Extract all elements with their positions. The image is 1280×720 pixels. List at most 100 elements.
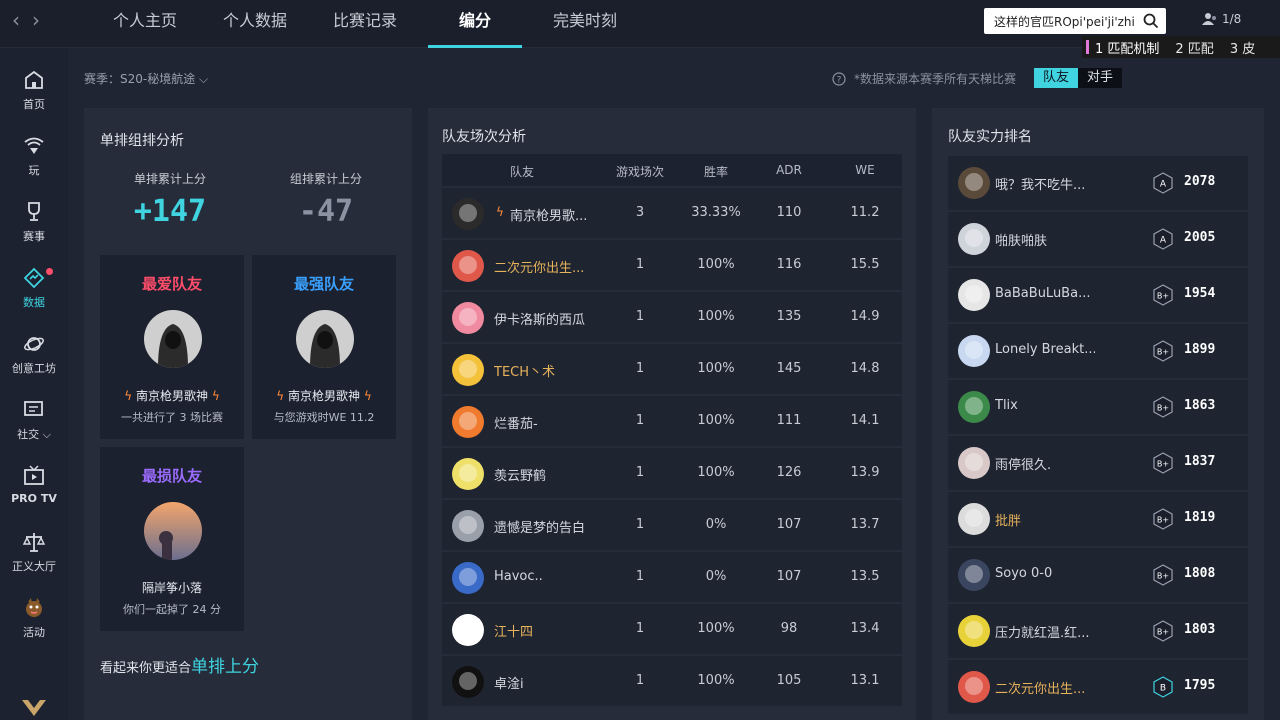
table-row[interactable]: TECH丶术 1 100% 145 14.8 xyxy=(442,344,902,394)
table-row[interactable]: 卓淦i 1 100% 105 13.1 xyxy=(442,656,902,706)
row-teammate-name[interactable]: 伊卡洛斯的西瓜 xyxy=(494,309,604,328)
cell-we: 13.4 xyxy=(850,621,880,636)
toggle-opponent[interactable]: 对手 xyxy=(1078,68,1123,88)
rank-name[interactable]: 批胖 xyxy=(995,510,1095,529)
ime-candidate-3[interactable]: 3 皮 xyxy=(1230,38,1255,57)
season-selector[interactable]: 赛季：S20-秘境航途 ⌵ xyxy=(84,70,208,87)
card-name-strongest: ϟ 南京枪男歌神 ϟ xyxy=(252,387,396,404)
sidebar-item-events[interactable]: 赛事 xyxy=(0,200,68,260)
rank-badge-icon: A xyxy=(1153,172,1173,194)
row-teammate-name[interactable]: 烂番茄- xyxy=(494,413,604,432)
row-teammate-name[interactable]: 遗憾是梦的告白 xyxy=(494,517,604,536)
strongest-teammate-card[interactable]: 最强队友 ϟ 南京枪男歌神 ϟ 与您游戏时WE 11.2 xyxy=(252,255,396,439)
back-arrow-icon[interactable]: ‹ xyxy=(12,10,20,30)
table-row[interactable]: 遗憾是梦的告白 1 0% 107 13.7 xyxy=(442,500,902,550)
rank-row[interactable]: BaBaBuLuBa... B+ 1954 xyxy=(948,268,1248,322)
rank-name[interactable]: 哦？我不吃牛... xyxy=(995,174,1095,193)
sidebar-item-activity[interactable]: 活动 xyxy=(0,596,68,656)
rank-name[interactable]: 雨停很久. xyxy=(995,454,1095,473)
tab-team-analysis[interactable]: 编分 xyxy=(420,0,530,48)
bolt-icon: ϟ xyxy=(496,205,504,219)
card-sub-worst: 你们一起掉了 24 分 xyxy=(123,603,221,616)
avatar xyxy=(452,354,484,386)
sidebar-label-activity: 活动 xyxy=(23,626,45,639)
rank-row[interactable]: 啪肤啪肤 A 2005 xyxy=(948,212,1248,266)
help-icon[interactable]: ? xyxy=(832,71,846,86)
card-title-worst: 最损队友 xyxy=(141,467,202,485)
rank-row[interactable]: 二次元你出生... B 1795 xyxy=(948,660,1248,714)
sidebar-label-workshop: 创意工坊 xyxy=(12,362,56,375)
rank-name[interactable]: 啪肤啪肤 xyxy=(995,230,1095,249)
ime-candidate-1[interactable]: 1 匹配机制 xyxy=(1095,38,1159,57)
rank-name[interactable]: Lonely Breakt... xyxy=(995,342,1095,357)
table-row[interactable]: 二次元你出生... 1 100% 116 15.5 xyxy=(442,240,902,290)
row-teammate-name[interactable]: 羡云野鹤 xyxy=(494,465,604,484)
cell-win: 100% xyxy=(697,257,735,272)
tab-personal-data[interactable]: 个人数据 xyxy=(200,0,310,48)
rank-name[interactable]: 二次元你出生... xyxy=(995,678,1095,697)
cell-games: 1 xyxy=(635,257,645,272)
row-teammate-name[interactable]: Havoc.. xyxy=(494,569,604,584)
table-row[interactable]: 羡云野鹤 1 100% 126 13.9 xyxy=(442,448,902,498)
rank-name[interactable]: Tlix xyxy=(995,398,1095,413)
cell-games: 1 xyxy=(635,569,645,584)
table-row[interactable]: 江十四 1 100% 98 13.4 xyxy=(442,604,902,654)
avatar xyxy=(144,310,202,368)
cell-games: 1 xyxy=(635,673,645,688)
sidebar-item-home[interactable]: 首页 xyxy=(0,68,68,128)
card-title-favorite: 最爱队友 xyxy=(141,275,202,293)
rank-row[interactable]: 雨停很久. B+ 1837 xyxy=(948,436,1248,490)
sidebar-item-social[interactable]: 社交 ⌵ xyxy=(0,398,68,458)
sidebar-label-social: 社交 ⌵ xyxy=(17,428,51,441)
tab-profile[interactable]: 个人主页 xyxy=(90,0,200,48)
rank-row[interactable]: 压力就红温.红... B+ 1803 xyxy=(948,604,1248,658)
rank-row[interactable]: Soyo 0-0 B+ 1808 xyxy=(948,548,1248,602)
row-teammate-name[interactable]: 卓淦i xyxy=(494,673,604,692)
rank-name[interactable]: Soyo 0-0 xyxy=(995,566,1095,581)
cell-we: 13.9 xyxy=(850,465,880,480)
panel-title-games: 队友场次分析 xyxy=(442,129,526,145)
notification-dot xyxy=(46,268,53,275)
table-row[interactable]: 烂番茄- 1 100% 111 14.1 xyxy=(442,396,902,446)
search-box[interactable]: 这样的官匹ROpi'pei'ji'zhi xyxy=(984,8,1166,34)
row-teammate-name[interactable]: TECH丶术 xyxy=(494,361,604,380)
sidebar-item-play[interactable]: 玩 xyxy=(0,134,68,194)
favorite-teammate-card[interactable]: 最爱队友 ϟ 南京枪男歌神 ϟ 一共进行了 3 场比赛 xyxy=(100,255,244,439)
table-row[interactable]: ϟ 南京枪男歌... 3 33.33% 110 11.2 xyxy=(442,188,902,238)
sidebar-item-protv[interactable]: PRO TV xyxy=(0,464,68,524)
sidebar-item-workshop[interactable]: 创意工坊 xyxy=(0,332,68,392)
rank-row[interactable]: 哦？我不吃牛... A 2078 xyxy=(948,156,1248,210)
rank-row[interactable]: Tlix B+ 1863 xyxy=(948,380,1248,434)
avatar xyxy=(452,458,484,490)
rank-badge-text: A xyxy=(1160,180,1167,190)
row-teammate-name[interactable]: 江十四 xyxy=(494,621,604,640)
worst-teammate-card[interactable]: 最损队友 隔岸筝小落 你们一起掉了 24 分 xyxy=(100,447,244,631)
cell-we: 14.1 xyxy=(850,413,880,428)
ime-candidate-2[interactable]: 2 匹配 xyxy=(1175,38,1213,57)
tab-match-records[interactable]: 比赛记录 xyxy=(310,0,420,48)
search-icon[interactable] xyxy=(1142,12,1160,30)
table-row[interactable]: 伊卡洛斯的西瓜 1 100% 135 14.9 xyxy=(442,292,902,342)
sidebar-item-justice[interactable]: 正义大厅 xyxy=(0,530,68,590)
rank-row[interactable]: 批胖 B+ 1819 xyxy=(948,492,1248,546)
planet-icon xyxy=(24,337,44,351)
search-input[interactable]: 这样的官匹ROpi'pei'ji'zhi xyxy=(994,13,1140,30)
cell-we: 15.5 xyxy=(850,257,880,272)
rank-badge-text: B+ xyxy=(1157,516,1169,525)
online-friends[interactable]: 1/8 xyxy=(1202,12,1241,26)
rank-row[interactable]: Lonely Breakt... B+ 1899 xyxy=(948,324,1248,378)
cell-win: 0% xyxy=(705,569,727,584)
rank-badge-text: B+ xyxy=(1157,292,1169,301)
sidebar-item-data[interactable]: 数据 xyxy=(0,266,68,326)
group-label: 组排累计上分 xyxy=(289,172,362,186)
rank-name[interactable]: BaBaBuLuBa... xyxy=(995,286,1095,301)
cell-we: 14.8 xyxy=(850,361,880,376)
tab-perfect-moments[interactable]: 完美时刻 xyxy=(530,0,640,48)
toggle-teammate[interactable]: 队友 xyxy=(1034,68,1079,88)
rank-name[interactable]: 压力就红温.红... xyxy=(995,622,1095,641)
rank-badge-icon: B+ xyxy=(1153,620,1173,642)
table-row[interactable]: Havoc.. 1 0% 107 13.5 xyxy=(442,552,902,602)
avatar xyxy=(958,335,990,367)
row-teammate-name[interactable]: 二次元你出生... xyxy=(494,257,604,276)
forward-arrow-icon[interactable]: › xyxy=(32,10,40,30)
